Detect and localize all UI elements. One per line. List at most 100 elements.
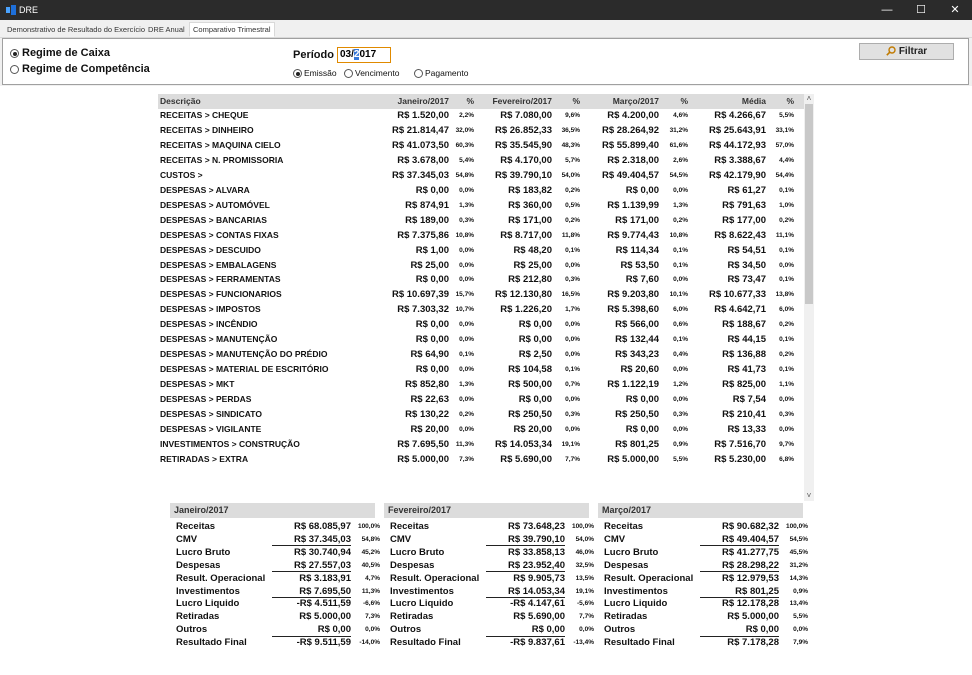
cell-fevereiro-value: R$ 25,00 [513, 259, 552, 271]
cell-marco-pct: 31,2% [669, 126, 688, 134]
cell-marco-pct: 0,1% [673, 336, 688, 344]
cell-marco-pct: 2,6% [673, 156, 688, 164]
summary-value: R$ 33.858,13 [507, 546, 565, 558]
periodo-input[interactable]: 03/2017 [337, 47, 391, 63]
summary-row: Receitas R$ 73.648,23 100,0% [384, 520, 594, 533]
table-row[interactable]: DESPESAS > MANUTENÇÃO DO PRÉDIO R$ 64,90 0… [158, 347, 804, 362]
table-row[interactable]: DESPESAS > MKT R$ 852,80 1,3% R$ 500,00 0,7%… [158, 377, 804, 392]
regime-caixa-radio[interactable] [10, 49, 19, 58]
summary-value: R$ 12.979,53 [721, 572, 779, 584]
summary-value: R$ 5.690,00 [513, 611, 565, 623]
row-description: DESPESAS > EMBALAGENS [160, 259, 277, 270]
table-row[interactable]: DESPESAS > AUTOMÓVEL R$ 874,91 1,3% R$ 360,… [158, 198, 804, 213]
table-row[interactable]: DESPESAS > VIGILANTE R$ 20,00 0,0% R$ 20,00… [158, 422, 804, 437]
header-marco-pct: % [680, 96, 688, 106]
filtrar-button[interactable]: Filtrar [859, 43, 954, 60]
summary-value: -R$ 9.511,59 [296, 637, 351, 649]
summary-label: Receitas [604, 521, 644, 532]
table-row[interactable]: CUSTOS > R$ 37.345,03 54,8% R$ 39.790,10 54,… [158, 168, 804, 183]
grid-header: Descrição Janeiro/2017 % Fevereiro/2017 … [158, 94, 804, 109]
summary-row: Lucro Bruto R$ 41.277,75 45,5% [598, 546, 808, 559]
table-row[interactable]: DESPESAS > INCÊNDIO R$ 0,00 0,0% R$ 0,00 0,0… [158, 317, 804, 332]
grid-scrollbar[interactable]: ˄ ˅ [804, 94, 814, 501]
tab-demonstrativo[interactable]: Demonstrativo de Resultado do Exercício [4, 23, 148, 38]
cell-marco-pct: 1,3% [673, 201, 688, 209]
cell-janeiro-pct: 0,0% [459, 276, 474, 284]
summary-value: R$ 37.345,03 [293, 533, 351, 545]
cell-marco-value: R$ 55.899,40 [601, 139, 659, 151]
vencimento-radio[interactable] [344, 69, 353, 78]
cell-janeiro-pct: 1,3% [459, 381, 474, 389]
row-description: RECEITAS > CHEQUE [160, 110, 249, 120]
table-row[interactable]: DESPESAS > BANCARIAS R$ 189,00 0,3% R$ 171,… [158, 213, 804, 228]
cell-media-pct: 33,1% [775, 126, 794, 134]
tab-bar: Demonstrativo de Resultado do Exercício … [0, 20, 972, 38]
table-row[interactable]: DESPESAS > DESCUIDO R$ 1,00 0,0% R$ 48,20 0,… [158, 243, 804, 258]
cell-media-pct: 4,4% [779, 156, 794, 164]
summary-row: Despesas R$ 28.298,22 31,2% [598, 559, 808, 572]
tab-dre-anual[interactable]: DRE Anual [145, 23, 188, 38]
tab-comparativo-trimestral[interactable]: Comparativo Trimestral [189, 22, 275, 37]
cell-marco-value: R$ 0,00 [625, 184, 659, 196]
table-row[interactable]: RETIRADAS > EXTRA R$ 5.000,00 7,3% R$ 5.690… [158, 452, 804, 467]
scrollbar-thumb[interactable] [805, 104, 813, 304]
table-row[interactable]: DESPESAS > SINDICATO R$ 130,22 0,2% R$ 250,… [158, 407, 804, 422]
cell-marco-pct: 5,5% [673, 455, 688, 463]
cell-fevereiro-pct: 0,1% [565, 246, 580, 254]
table-row[interactable]: RECEITAS > DINHEIRO R$ 21.814,47 32,0% R$ 2… [158, 123, 804, 138]
cell-marco-value: R$ 9.203,80 [607, 289, 659, 301]
summary-label: Result. Operacional [604, 572, 694, 584]
summary-row: CMV R$ 39.790,10 54,0% [384, 533, 594, 546]
emissao-radio[interactable] [293, 69, 302, 78]
table-row[interactable]: RECEITAS > N. PROMISSORIA R$ 3.678,00 5,4%… [158, 153, 804, 168]
scroll-down-icon[interactable]: ˅ [804, 491, 814, 501]
cell-janeiro-pct: 32,0% [455, 126, 474, 134]
pagamento-radio[interactable] [414, 69, 423, 78]
minimize-button[interactable]: — [870, 0, 904, 20]
table-row[interactable]: DESPESAS > FERRAMENTAS R$ 0,00 0,0% R$ 212,… [158, 272, 804, 287]
summary-pct: 14,3% [789, 574, 808, 582]
title-bar: DRE — ☐ ✕ [0, 0, 972, 20]
row-description: DESPESAS > PERDAS [160, 394, 252, 405]
cell-fevereiro-value: R$ 8.717,00 [500, 229, 552, 241]
table-row[interactable]: DESPESAS > ALVARA R$ 0,00 0,0% R$ 183,82 0,2… [158, 183, 804, 198]
maximize-button[interactable]: ☐ [904, 0, 938, 20]
summary-pct: 100,0% [357, 523, 380, 530]
table-row[interactable]: DESPESAS > EMBALAGENS R$ 25,00 0,0% R$ 25,0… [158, 258, 804, 273]
table-row[interactable]: DESPESAS > MATERIAL DE ESCRITÓRIO R$ 0,00… [158, 362, 804, 377]
close-button[interactable]: ✕ [938, 0, 972, 20]
scroll-up-icon[interactable]: ˄ [804, 94, 814, 104]
cell-marco-value: R$ 132,44 [615, 334, 659, 346]
cell-fevereiro-value: R$ 0,00 [518, 319, 552, 331]
cell-janeiro-pct: 5,4% [459, 156, 474, 164]
cell-janeiro-pct: 15,7% [455, 291, 474, 299]
cell-media-pct: 9,7% [779, 440, 794, 448]
table-row[interactable]: DESPESAS > FUNCIONARIOS R$ 10.697,39 15,7%… [158, 287, 804, 302]
table-row[interactable]: DESPESAS > PERDAS R$ 22,63 0,0% R$ 0,00 0,0%… [158, 392, 804, 407]
summary-value: -R$ 9.837,61 [510, 637, 565, 649]
summary-label: Outros [390, 624, 422, 636]
cell-janeiro-pct: 1,3% [459, 201, 474, 209]
row-description: DESPESAS > BANCARIAS [160, 214, 267, 225]
summary-label: Outros [604, 624, 636, 636]
table-row[interactable]: DESPESAS > IMPOSTOS R$ 7.303,32 10,7% R$ 1.… [158, 302, 804, 317]
table-row[interactable]: INVESTIMENTOS > CONSTRUÇÃO R$ 7.695,50 11,… [158, 437, 804, 452]
cell-janeiro-value: R$ 874,91 [405, 199, 449, 211]
table-row[interactable]: DESPESAS > CONTAS FIXAS R$ 7.375,86 10,8% R… [158, 228, 804, 243]
cell-media-value: R$ 177,00 [722, 214, 766, 226]
cell-marco-value: R$ 566,00 [615, 319, 659, 331]
cell-fevereiro-pct: 0,0% [565, 425, 580, 433]
summary-pct: -14,0% [359, 639, 380, 647]
regime-competencia-radio[interactable] [10, 65, 19, 74]
table-row[interactable]: DESPESAS > MANUTENÇÃO R$ 0,00 0,0% R$ 0,00 0… [158, 332, 804, 347]
row-description: INVESTIMENTOS > CONSTRUÇÃO [160, 438, 300, 449]
table-row[interactable]: RECEITAS > MAQUINA CIELO R$ 41.073,50 60,3… [158, 138, 804, 153]
table-row[interactable]: RECEITAS > CHEQUE R$ 1.520,00 2,2% R$ 7.080… [158, 108, 804, 123]
cell-fevereiro-value: R$ 14.053,34 [494, 438, 552, 450]
cell-fevereiro-pct: 0,0% [565, 261, 580, 269]
cell-fevereiro-value: R$ 104,58 [508, 364, 552, 376]
cell-marco-value: R$ 0,00 [625, 394, 659, 406]
header-fevereiro: Fevereiro/2017 [492, 96, 552, 106]
cell-fevereiro-pct: 0,2% [565, 186, 580, 194]
cell-janeiro-value: R$ 7.375,86 [397, 229, 449, 241]
